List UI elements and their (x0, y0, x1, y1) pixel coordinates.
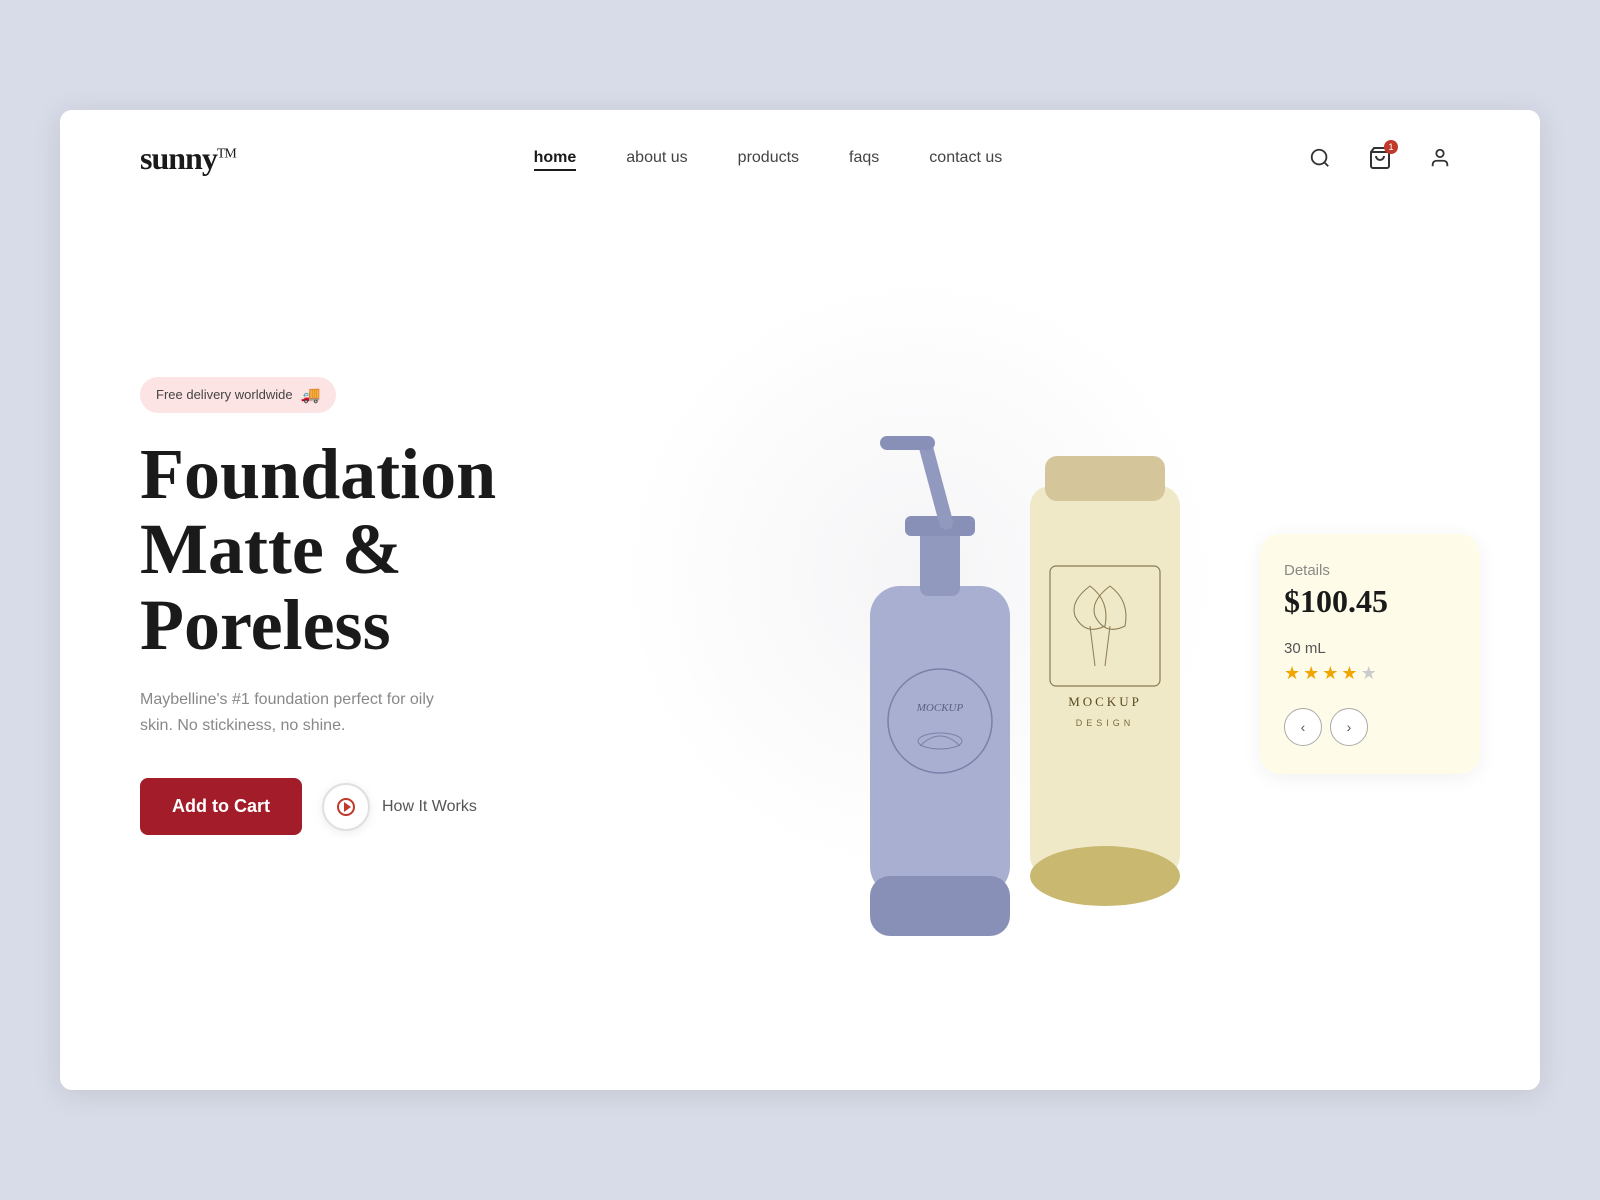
next-arrow-button[interactable]: › (1330, 708, 1368, 746)
user-button[interactable] (1420, 138, 1460, 178)
svg-text:MOCKUP: MOCKUP (916, 702, 964, 714)
svg-text:MOCKUP: MOCKUP (1068, 694, 1142, 709)
star-4: ★ (1341, 663, 1357, 684)
svg-text:DESIGN: DESIGN (1076, 718, 1135, 728)
play-circle (322, 783, 370, 831)
header-icons: 1 (1300, 138, 1460, 178)
logo[interactable]: sunnyTM (140, 140, 236, 177)
product-bottles-svg: MOCKUP MOCKUP (810, 386, 1190, 946)
hero-title-line3: Poreless (140, 585, 391, 665)
nav-products[interactable]: products (738, 149, 799, 167)
star-3: ★ (1322, 663, 1338, 684)
play-inner (337, 798, 355, 816)
main-nav: home about us products faqs contact us (534, 149, 1003, 167)
hero-title: Foundation Matte & Poreless (140, 437, 560, 664)
hero-title-line1: Foundation (140, 434, 496, 514)
product-detail-card: Details $100.45 30 mL ★ ★ ★ ★ ★ ‹ › (1260, 534, 1480, 774)
card-nav-arrows: ‹ › (1284, 708, 1456, 746)
cart-badge: 1 (1384, 140, 1398, 154)
star-1: ★ (1284, 663, 1300, 684)
logo-tm: TM (217, 146, 236, 161)
hero-description: Maybelline's #1 foundation perfect for o… (140, 687, 460, 738)
how-it-works-label: How It Works (382, 798, 477, 816)
header: sunnyTM home about us products faqs cont… (60, 110, 1540, 206)
nav-about[interactable]: about us (626, 149, 687, 167)
search-button[interactable] (1300, 138, 1340, 178)
star-5: ★ (1361, 663, 1377, 684)
delivery-badge: Free delivery worldwide 🚚 (140, 377, 336, 413)
hero-section: Free delivery worldwide 🚚 Foundation Mat… (60, 206, 1540, 1006)
logo-text: sunny (140, 140, 217, 176)
add-to-cart-button[interactable]: Add to Cart (140, 778, 302, 835)
hero-title-line2: Matte & (140, 509, 402, 589)
nav-home[interactable]: home (534, 149, 577, 167)
star-2: ★ (1303, 663, 1319, 684)
how-it-works-button[interactable]: How It Works (322, 783, 477, 831)
delivery-emoji: 🚚 (301, 385, 321, 405)
user-icon (1429, 147, 1451, 169)
delivery-badge-text: Free delivery worldwide (156, 387, 293, 402)
play-triangle-icon (344, 802, 351, 812)
nav-contact[interactable]: contact us (929, 149, 1002, 167)
product-volume: 30 mL (1284, 640, 1456, 657)
hero-left: Free delivery worldwide 🚚 Foundation Mat… (140, 226, 560, 946)
cart-button[interactable]: 1 (1360, 138, 1400, 178)
hero-actions: Add to Cart How It Works (140, 778, 560, 835)
browser-window: sunnyTM home about us products faqs cont… (60, 110, 1540, 1090)
search-icon (1309, 147, 1331, 169)
nav-faqs[interactable]: faqs (849, 149, 879, 167)
details-label: Details (1284, 562, 1456, 579)
prev-arrow-button[interactable]: ‹ (1284, 708, 1322, 746)
product-price: $100.45 (1284, 583, 1456, 620)
product-image: MOCKUP MOCKUP (810, 346, 1210, 946)
star-rating: ★ ★ ★ ★ ★ (1284, 663, 1456, 684)
